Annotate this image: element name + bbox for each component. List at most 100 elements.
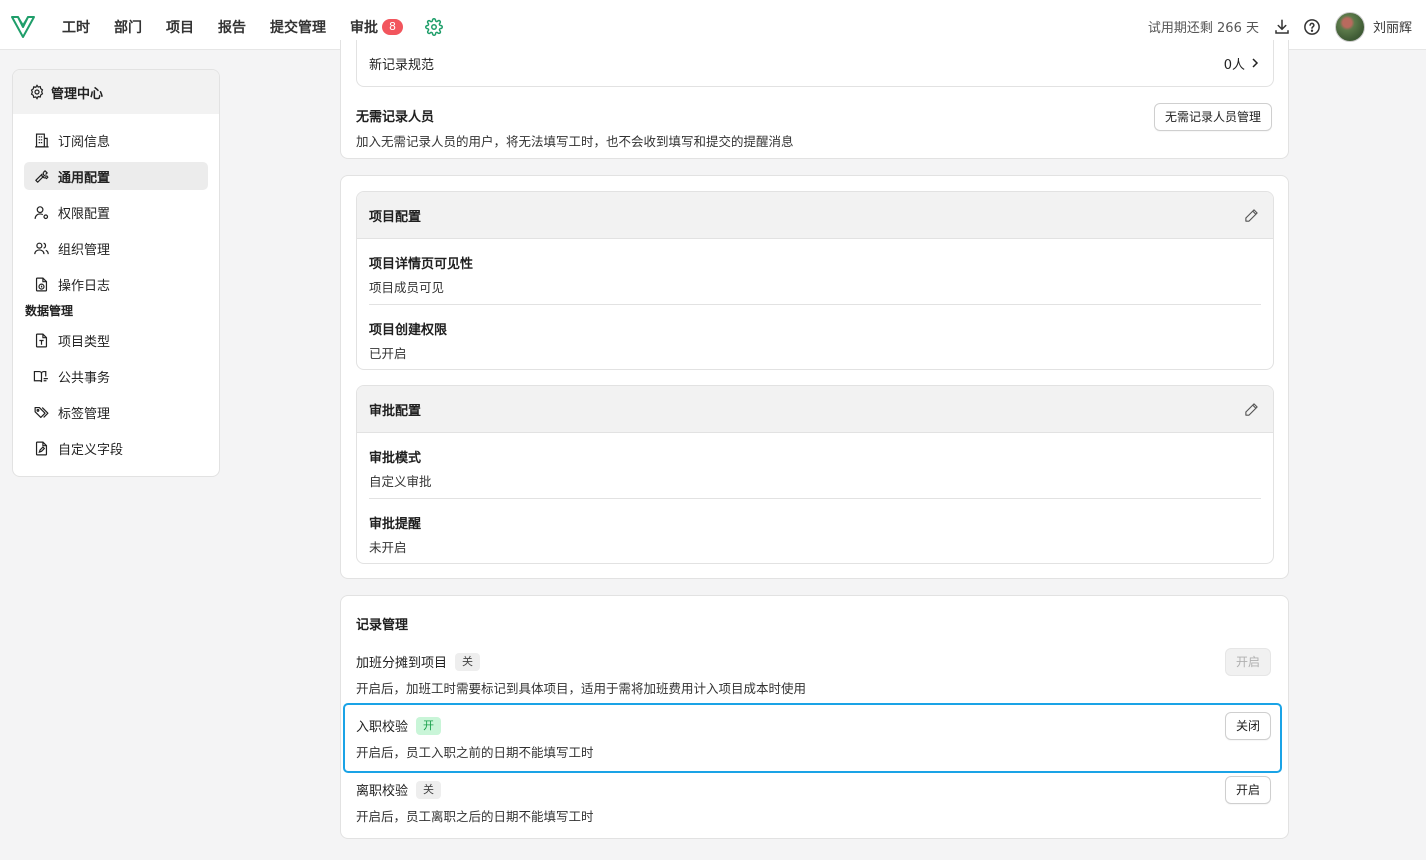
sidebar-item-public-affairs[interactable]: 公共事务 <box>24 362 208 390</box>
section-title: 审批配置 <box>369 403 422 419</box>
sidebar-item-label: 通用配置 <box>58 170 111 186</box>
approval-config-header: 审批配置 <box>357 386 1273 433</box>
pencil-icon[interactable] <box>1244 402 1259 417</box>
nav-item-department[interactable]: 部门 <box>114 17 142 37</box>
exempt-section: 无需记录人员 加入无需记录人员的用户，将无法填写工时，也不会收到填写和提交的提醒… <box>356 106 794 150</box>
onboarding-check-row: 入职校验 开 开启后，员工入职之前的日期不能填写工时 <box>356 716 1274 761</box>
sidebar-title: 管理中心 <box>51 86 104 102</box>
setting-description: 开启后，加班工时需要标记到具体项目，适用于需将加班费用计入项目成本时使用 <box>356 681 807 696</box>
nav-label: 部门 <box>114 19 142 36</box>
settings-gear-icon[interactable] <box>425 17 443 36</box>
sidebar-item-label: 公共事务 <box>58 370 111 386</box>
record-management-card: 记录管理 加班分摊到项目 关 开启后，加班工时需要标记到具体项目，适用于需将加班… <box>340 595 1289 839</box>
sidebar-section-label: 数据管理 <box>25 304 74 318</box>
setting-title: 入职校验 <box>356 720 409 735</box>
tags-icon <box>34 406 49 418</box>
sidebar-item-label: 自定义字段 <box>58 442 124 458</box>
app-logo-icon[interactable] <box>10 14 36 40</box>
nav-item-submission[interactable]: 提交管理 <box>270 17 326 37</box>
setting-description: 开启后，员工入职之前的日期不能填写工时 <box>356 745 594 760</box>
disable-onboarding-check-button[interactable]: 关闭 <box>1225 712 1272 740</box>
enable-offboarding-check-button[interactable]: 开启 <box>1225 776 1272 804</box>
file-edit-icon <box>35 441 48 455</box>
config-item: 项目详情页可见性 项目成员可见 <box>369 239 1261 304</box>
nav-label: 工时 <box>62 19 90 36</box>
sidebar-item-label: 组织管理 <box>58 242 111 258</box>
approval-config-section: 审批配置 审批模式 自定义审批 审批提醒 未开启 <box>356 385 1274 564</box>
gear-icon <box>30 84 44 100</box>
sidebar-item-label: 项目类型 <box>58 334 111 350</box>
trial-remaining-text: 试用期还剩 266 天 <box>1147 21 1259 36</box>
enable-overtime-button[interactable]: 开启 <box>1225 648 1272 676</box>
project-config-section: 项目配置 项目详情页可见性 项目成员可见 项目创建权限 已开启 <box>356 191 1274 370</box>
config-item-value: 已开启 <box>369 346 407 361</box>
file-clock-icon <box>35 277 48 291</box>
nav-item-approval[interactable]: 审批 8 <box>350 17 403 37</box>
sidebar-item-project-type[interactable]: 项目类型 <box>24 326 208 354</box>
config-item-value: 项目成员可见 <box>369 280 445 295</box>
rule-count: 0人 <box>1223 57 1245 73</box>
approval-config-body: 审批模式 自定义审批 审批提醒 未开启 <box>357 433 1273 563</box>
file-type-icon <box>35 333 48 347</box>
new-record-rule-row[interactable]: 新记录规范 0人 <box>356 40 1274 87</box>
config-item-title: 审批提醒 <box>369 517 422 532</box>
config-card: 项目配置 项目详情页可见性 项目成员可见 项目创建权限 已开启 审批配置 审批模… <box>340 175 1289 579</box>
config-item: 审批提醒 未开启 <box>369 498 1261 563</box>
sidebar-list: 订阅信息 通用配置 权限配置 组织管理 操作日志 数据管理 项目类型 公共事务 … <box>13 114 219 462</box>
exempt-manage-button[interactable]: 无需记录人员管理 <box>1154 103 1273 131</box>
offboarding-check-row: 离职校验 关 开启后，员工离职之后的日期不能填写工时 <box>356 780 1274 825</box>
setting-title: 加班分摊到项目 <box>356 656 448 671</box>
nav-label: 审批 <box>350 19 378 36</box>
config-item-title: 审批模式 <box>369 451 422 466</box>
sidebar-item-subscription[interactable]: 订阅信息 <box>24 126 208 154</box>
help-icon[interactable] <box>1303 18 1321 36</box>
config-item-title: 项目详情页可见性 <box>369 257 474 272</box>
username[interactable]: 刘丽辉 <box>1373 17 1412 36</box>
record-rules-card: 新记录规范 0人 无需记录人员 加入无需记录人员的用户，将无法填写工时，也不会收… <box>340 40 1289 159</box>
nav-label: 项目 <box>166 19 194 36</box>
pencil-icon[interactable] <box>1244 208 1259 223</box>
sidebar-item-tags[interactable]: 标签管理 <box>24 398 208 426</box>
sidebar-item-label: 操作日志 <box>58 278 111 294</box>
setting-title: 离职校验 <box>356 784 409 799</box>
sidebar-item-permission[interactable]: 权限配置 <box>24 198 208 226</box>
status-badge: 关 <box>455 652 481 671</box>
project-config-header: 项目配置 <box>357 192 1273 239</box>
sidebar-item-operation-log[interactable]: 操作日志 <box>24 270 208 298</box>
sidebar-item-label: 标签管理 <box>58 406 111 422</box>
config-item-value: 自定义审批 <box>369 474 432 489</box>
status-badge: 关 <box>416 780 442 799</box>
status-badge: 开 <box>416 716 442 735</box>
project-config-body: 项目详情页可见性 项目成员可见 项目创建权限 已开启 <box>357 239 1273 369</box>
rule-count-link[interactable]: 0人 <box>1224 54 1261 73</box>
exempt-description: 加入无需记录人员的用户，将无法填写工时，也不会收到填写和提交的提醒消息 <box>356 134 794 149</box>
record-management-title: 记录管理 <box>356 618 409 633</box>
sidebar-item-label: 订阅信息 <box>58 134 111 150</box>
avatar[interactable] <box>1334 11 1365 42</box>
sidebar-item-organization[interactable]: 组织管理 <box>24 234 208 262</box>
nav-item-project[interactable]: 项目 <box>166 17 194 37</box>
wrench-icon <box>35 169 49 183</box>
main-nav: 工时 部门 项目 报告 提交管理 审批 8 <box>50 17 443 37</box>
approval-count-badge: 8 <box>382 18 403 35</box>
nav-item-timesheet[interactable]: 工时 <box>62 17 90 37</box>
config-item: 审批模式 自定义审批 <box>369 433 1261 498</box>
header-right: 试用期还剩 266 天 刘丽辉 <box>1147 11 1426 42</box>
building-icon <box>35 133 49 147</box>
sidebar-item-custom-fields[interactable]: 自定义字段 <box>24 434 208 462</box>
sidebar-item-label: 权限配置 <box>58 206 111 222</box>
sidebar-item-general-config[interactable]: 通用配置 <box>24 162 208 190</box>
download-icon[interactable] <box>1273 18 1291 36</box>
rule-label: 新记录规范 <box>369 57 435 73</box>
config-item-title: 项目创建权限 <box>369 323 448 338</box>
setting-description: 开启后，员工离职之后的日期不能填写工时 <box>356 809 594 824</box>
section-title: 项目配置 <box>369 209 422 225</box>
nav-item-report[interactable]: 报告 <box>218 17 246 37</box>
config-item: 项目创建权限 已开启 <box>369 304 1261 369</box>
book-open-icon <box>33 370 48 382</box>
chevron-right-icon <box>1252 58 1259 68</box>
config-item-value: 未开启 <box>369 540 407 555</box>
nav-label: 提交管理 <box>270 19 326 36</box>
nav-label: 报告 <box>218 19 246 36</box>
overtime-allocation-row: 加班分摊到项目 关 开启后，加班工时需要标记到具体项目，适用于需将加班费用计入项… <box>356 652 1274 697</box>
